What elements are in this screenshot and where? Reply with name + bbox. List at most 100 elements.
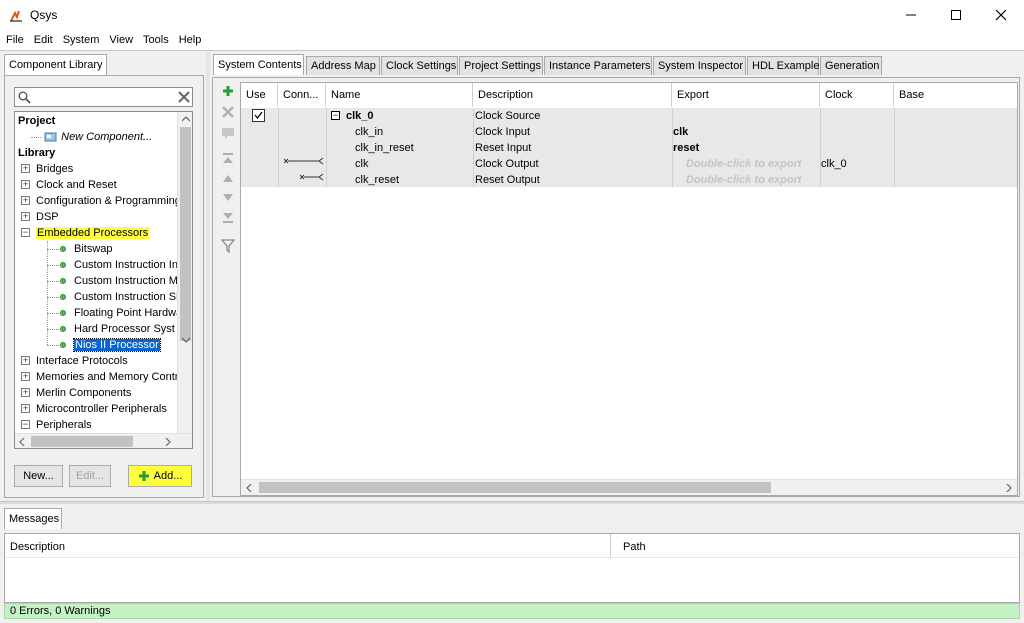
tree-item-custom-instruction-sl[interactable]: Custom Instruction Sl [47, 289, 179, 305]
tree-item-nios-ii-processor[interactable]: Nios II Processor [47, 337, 161, 353]
col-export[interactable]: Export [672, 83, 820, 107]
scroll-right-icon[interactable] [165, 438, 171, 446]
tab-system-contents[interactable]: System Contents [213, 54, 304, 75]
tree-group-peripherals[interactable]: − Peripherals [21, 417, 92, 433]
new-button[interactable]: New... [14, 465, 63, 487]
use-checkbox[interactable] [252, 109, 265, 122]
col-use[interactable]: Use [241, 83, 278, 107]
expand-icon[interactable]: + [21, 372, 30, 381]
tab-hdl-example[interactable]: HDL Example [747, 56, 819, 75]
menu-tools[interactable]: Tools [138, 34, 174, 46]
connection-source-icon[interactable] [299, 174, 325, 182]
expand-icon[interactable]: + [21, 388, 30, 397]
tree-group-interface-protocols[interactable]: + Interface Protocols [21, 353, 128, 369]
tree-item-hard-processor[interactable]: Hard Processor Syst [47, 321, 175, 337]
tab-instance-parameters[interactable]: Instance Parameters [544, 56, 652, 75]
tree-group-microcontroller[interactable]: + Microcontroller Peripherals [21, 401, 167, 417]
close-window-button[interactable] [978, 0, 1024, 30]
tab-system-inspector[interactable]: System Inspector [653, 56, 746, 75]
move-up-tool[interactable] [220, 170, 236, 186]
tree-group-dsp[interactable]: + DSP [21, 209, 59, 225]
interface-export[interactable]: clk [673, 124, 688, 140]
menu-file[interactable]: File [0, 34, 29, 46]
component-name[interactable]: clk_0 [346, 108, 374, 124]
scroll-down-icon[interactable] [182, 337, 190, 343]
scroll-left-icon[interactable] [19, 438, 25, 446]
interface-name[interactable]: clk [355, 156, 368, 172]
tree-item-bitswap[interactable]: Bitswap [47, 241, 113, 257]
collapse-icon[interactable]: − [21, 420, 30, 429]
interface-name[interactable]: clk_in_reset [355, 140, 414, 156]
expand-icon[interactable]: + [21, 196, 30, 205]
edit-component-tool[interactable] [220, 125, 236, 141]
tab-project-settings[interactable]: Project Settings [459, 56, 543, 75]
tab-clock-settings[interactable]: Clock Settings [381, 56, 458, 75]
move-top-tool[interactable] [220, 150, 236, 166]
expand-icon[interactable]: + [21, 212, 30, 221]
interface-name[interactable]: clk_reset [355, 172, 399, 188]
search-field[interactable] [33, 89, 173, 105]
expand-icon[interactable]: + [21, 356, 30, 365]
export-hint[interactable]: Double-click to export [686, 172, 802, 188]
status-bar: 0 Errors, 0 Warnings [4, 603, 1020, 619]
tree-vscroll-thumb[interactable] [180, 127, 191, 341]
tree-group-merlin[interactable]: + Merlin Components [21, 385, 131, 401]
expand-icon[interactable]: + [21, 404, 30, 413]
expand-icon[interactable]: + [21, 164, 30, 173]
search-icon [18, 91, 31, 104]
tree-group-memories[interactable]: + Memories and Memory Contro [21, 369, 185, 385]
tree-group-clock-and-reset[interactable]: + Clock and Reset [21, 177, 117, 193]
panel-splitter[interactable] [206, 52, 210, 502]
collapse-icon[interactable]: − [21, 228, 30, 237]
tree-hscroll-thumb[interactable] [31, 436, 133, 447]
clear-icon[interactable] [178, 91, 190, 103]
tree-group-bridges[interactable]: + Bridges [21, 161, 73, 177]
menu-help[interactable]: Help [174, 34, 207, 46]
horizontal-splitter[interactable] [0, 501, 1024, 504]
tab-messages[interactable]: Messages [4, 508, 62, 529]
tree-vertical-scrollbar[interactable] [177, 112, 192, 434]
tree-item-custom-instruction-ma[interactable]: Custom Instruction Ma [47, 273, 184, 289]
expand-icon[interactable]: + [21, 180, 30, 189]
menu-view[interactable]: View [104, 34, 138, 46]
col-description[interactable]: Description [473, 83, 672, 107]
table-hscroll-thumb[interactable] [259, 482, 771, 493]
interface-clock[interactable]: clk_0 [821, 156, 847, 172]
table-horizontal-scrollbar[interactable] [241, 479, 1017, 495]
add-component-tool[interactable] [220, 83, 236, 99]
tab-component-library[interactable]: Component Library [4, 54, 107, 75]
tree-item-custom-instruction-int[interactable]: Custom Instruction Int [47, 257, 181, 273]
maximize-button[interactable] [933, 0, 979, 30]
menu-system[interactable]: System [58, 34, 105, 46]
col-name[interactable]: Name [326, 83, 473, 107]
menu-edit[interactable]: Edit [29, 34, 58, 46]
col-clock[interactable]: Clock [820, 83, 894, 107]
tab-address-map[interactable]: Address Map [306, 56, 380, 75]
minimize-button[interactable] [888, 0, 934, 30]
col-connections[interactable]: Conn... [278, 83, 326, 107]
interface-export[interactable]: reset [673, 140, 699, 156]
filter-tool[interactable] [220, 238, 236, 254]
tree-item-new-component[interactable]: New Component... [31, 129, 152, 145]
collapse-icon[interactable]: − [331, 111, 340, 120]
scroll-right-icon[interactable] [1006, 484, 1012, 492]
add-button[interactable]: Add... [128, 465, 192, 487]
col-message-description[interactable]: Description [5, 534, 611, 558]
tree-group-embedded-processors[interactable]: − Embedded Processors [21, 225, 150, 241]
tree-group-configuration[interactable]: + Configuration & Programming [21, 193, 181, 209]
move-bottom-tool[interactable] [220, 210, 236, 226]
move-down-tool[interactable] [220, 190, 236, 206]
scroll-left-icon[interactable] [246, 484, 252, 492]
remove-component-tool[interactable] [220, 104, 236, 120]
tree-item-floating-point[interactable]: Floating Point Hardwa [47, 305, 182, 321]
export-hint[interactable]: Double-click to export [686, 156, 802, 172]
tree-horizontal-scrollbar[interactable] [15, 433, 192, 448]
col-message-path[interactable]: Path [611, 534, 1019, 558]
scroll-up-icon[interactable] [182, 116, 190, 122]
connection-source-icon[interactable] [283, 158, 325, 166]
interface-name[interactable]: clk_in [355, 124, 383, 140]
col-base[interactable]: Base [894, 83, 1017, 107]
library-search-input[interactable] [14, 87, 193, 107]
edit-button[interactable]: Edit... [69, 465, 111, 487]
tab-generation[interactable]: Generation [820, 56, 882, 75]
